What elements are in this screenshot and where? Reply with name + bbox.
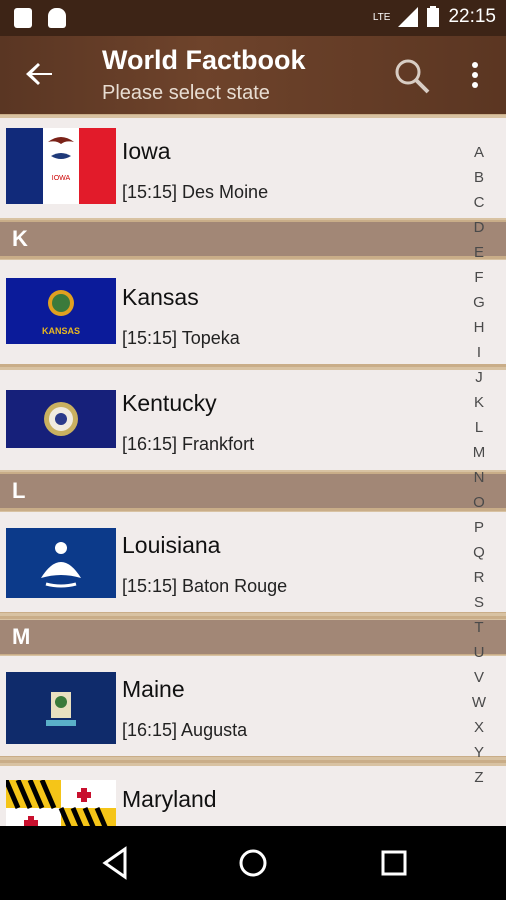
kentucky-flag <box>6 390 116 448</box>
network-type: LTE <box>372 11 391 23</box>
state-name: Maine <box>122 676 185 702</box>
app-bar: World Factbook Please select state <box>0 36 506 114</box>
alphabet-letter[interactable]: J <box>466 365 492 390</box>
list-item-iowa[interactable]: IOWA Iowa [15:15] Des Moine <box>0 118 506 218</box>
alphabet-letter[interactable]: S <box>466 590 492 615</box>
alphabet-letter[interactable]: P <box>466 515 492 540</box>
search-icon[interactable] <box>392 56 432 96</box>
alphabet-letter[interactable]: C <box>466 190 492 215</box>
state-capital: [15:15] Baton Rouge <box>122 576 288 596</box>
state-name: Kansas <box>122 284 199 310</box>
alphabet-letter[interactable]: A <box>466 140 492 165</box>
alphabet-letter[interactable]: X <box>466 715 492 740</box>
alphabet-letter[interactable]: K <box>466 390 492 415</box>
state-capital: [16:15] Augusta <box>122 720 248 740</box>
maryland-flag <box>6 780 116 826</box>
alphabet-letter[interactable]: W <box>466 690 492 715</box>
iowa-flag: IOWA <box>6 128 116 204</box>
alphabet-letter[interactable]: T <box>466 615 492 640</box>
alphabet-letter[interactable]: E <box>466 240 492 265</box>
alphabet-letter[interactable]: R <box>466 565 492 590</box>
state-name: Kentucky <box>122 390 217 416</box>
iowa-flag-text: IOWA <box>52 175 71 182</box>
alphabet-letter[interactable]: U <box>466 640 492 665</box>
louisiana-flag <box>6 528 116 598</box>
battery-icon <box>427 6 440 27</box>
android-icon <box>48 8 66 28</box>
recents-nav-icon[interactable] <box>374 843 414 883</box>
state-name: Maryland <box>122 786 217 812</box>
list-item-kentucky[interactable]: Kentucky [16:15] Frankfort <box>0 370 506 470</box>
alphabet-letter[interactable]: M <box>466 440 492 465</box>
section-header-m: M <box>0 620 506 654</box>
alphabet-letter[interactable]: L <box>466 415 492 440</box>
alphabet-letter[interactable]: V <box>466 665 492 690</box>
alphabet-letter[interactable]: H <box>466 315 492 340</box>
app-title: World Factbook <box>102 45 306 75</box>
state-name: Louisiana <box>122 532 221 558</box>
state-list[interactable]: IOWA Iowa [15:15] Des Moine K KANSAS Kan… <box>0 114 506 826</box>
alphabet-letter[interactable]: Q <box>466 540 492 565</box>
signal-icon <box>398 7 419 27</box>
app-subtitle: Please select state <box>102 82 270 104</box>
section-header-l: L <box>0 474 506 508</box>
kansas-flag: KANSAS <box>6 278 116 344</box>
list-item-kansas[interactable]: KANSAS Kansas [15:15] Topeka <box>0 260 506 364</box>
status-bar: LTE 22:15 <box>0 0 506 36</box>
maine-flag <box>6 672 116 744</box>
state-capital: [15:15] Topeka <box>122 328 240 348</box>
alphabet-letter[interactable]: O <box>466 490 492 515</box>
alphabet-letter[interactable]: Z <box>466 765 492 790</box>
kansas-flag-text: KANSAS <box>42 326 80 336</box>
state-name: Iowa <box>122 138 171 164</box>
back-arrow-icon[interactable] <box>22 56 58 92</box>
back-nav-icon[interactable] <box>95 843 135 883</box>
alphabet-letter[interactable]: Y <box>466 740 492 765</box>
sd-card-icon <box>14 8 32 28</box>
list-item-maine[interactable]: Maine [16:15] Augusta <box>0 656 506 756</box>
clock: 22:15 <box>448 6 496 27</box>
alphabet-letter[interactable]: G <box>466 290 492 315</box>
alphabet-letter[interactable]: N <box>466 465 492 490</box>
navigation-bar <box>0 826 506 900</box>
state-capital: [15:15] Des Moine <box>122 182 269 202</box>
alphabet-letter[interactable]: B <box>466 165 492 190</box>
list-item-louisiana[interactable]: Louisiana [15:15] Baton Rouge <box>0 512 506 612</box>
state-capital: [16:15] Frankfort <box>122 434 255 454</box>
list-item-maryland[interactable]: Maryland <box>0 766 506 826</box>
alphabet-letter[interactable]: F <box>466 265 492 290</box>
home-nav-icon[interactable] <box>233 843 273 883</box>
section-header-k: K <box>0 222 506 256</box>
alphabet-letter[interactable]: I <box>466 340 492 365</box>
alphabet-letter[interactable]: D <box>466 215 492 240</box>
more-options-icon[interactable] <box>462 58 488 94</box>
alphabet-index[interactable]: ABCDEFGHIJKLMNOPQRSTUVWXYZ <box>466 140 492 790</box>
